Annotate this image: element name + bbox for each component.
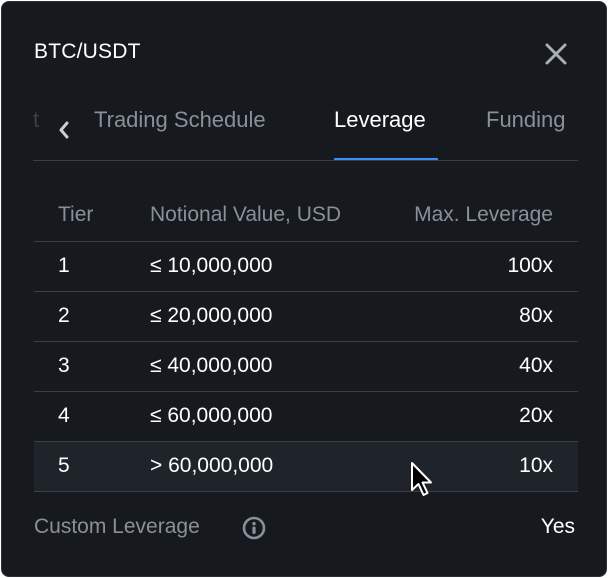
custom-leverage-value: Yes xyxy=(540,515,575,538)
table-row: 2 ≤ 20,000,000 80x xyxy=(34,291,578,342)
custom-leverage-label: Custom Leverage xyxy=(34,515,200,538)
tier-cell: 1 xyxy=(34,241,150,292)
notional-cell: ≤ 10,000,000 xyxy=(150,241,410,292)
tab-funding[interactable]: Funding xyxy=(486,107,566,133)
notional-cell: ≤ 20,000,000 xyxy=(150,291,410,342)
chevron-left-icon xyxy=(59,121,69,139)
table-row: 5 > 60,000,000 10x xyxy=(34,441,578,492)
leverage-dialog: BTC/USDT t Trading Schedule Leverage Fun… xyxy=(1,1,607,577)
notional-cell: ≤ 40,000,000 xyxy=(150,341,410,392)
leverage-cell: 40x xyxy=(410,341,578,392)
tab-bar: t Trading Schedule Leverage Funding xyxy=(33,102,578,161)
dialog-title: BTC/USDT xyxy=(34,40,141,63)
table-row: 4 ≤ 60,000,000 20x xyxy=(34,391,578,442)
table-row: 1 ≤ 10,000,000 100x xyxy=(34,241,578,292)
active-tab-indicator xyxy=(334,158,438,160)
info-icon[interactable] xyxy=(242,516,266,540)
tab-leverage[interactable]: Leverage xyxy=(334,107,426,133)
table-row: 3 ≤ 40,000,000 40x xyxy=(34,341,578,392)
column-header-tier: Tier xyxy=(34,192,150,242)
leverage-cell: 100x xyxy=(410,241,578,292)
tab-partial[interactable]: t xyxy=(33,107,39,133)
tabs-scroll-left-button[interactable] xyxy=(47,102,95,152)
leverage-cell: 10x xyxy=(410,441,578,492)
leverage-cell: 80x xyxy=(410,291,578,342)
tier-cell: 5 xyxy=(34,441,150,492)
leverage-cell: 20x xyxy=(410,391,578,442)
mouse-cursor-icon xyxy=(411,462,432,496)
column-header-notional: Notional Value, USD xyxy=(150,192,410,242)
leverage-tiers-table: Tier Notional Value, USD Max. Leverage 1… xyxy=(34,192,578,492)
table-header-row: Tier Notional Value, USD Max. Leverage xyxy=(34,192,578,242)
tier-cell: 2 xyxy=(34,291,150,342)
notional-cell: > 60,000,000 xyxy=(150,441,410,492)
notional-cell: ≤ 60,000,000 xyxy=(150,391,410,442)
tier-cell: 3 xyxy=(34,341,150,392)
tab-trading-schedule[interactable]: Trading Schedule xyxy=(94,107,266,133)
column-header-max-leverage: Max. Leverage xyxy=(410,192,578,242)
close-icon[interactable] xyxy=(542,40,570,68)
tier-cell: 4 xyxy=(34,391,150,442)
